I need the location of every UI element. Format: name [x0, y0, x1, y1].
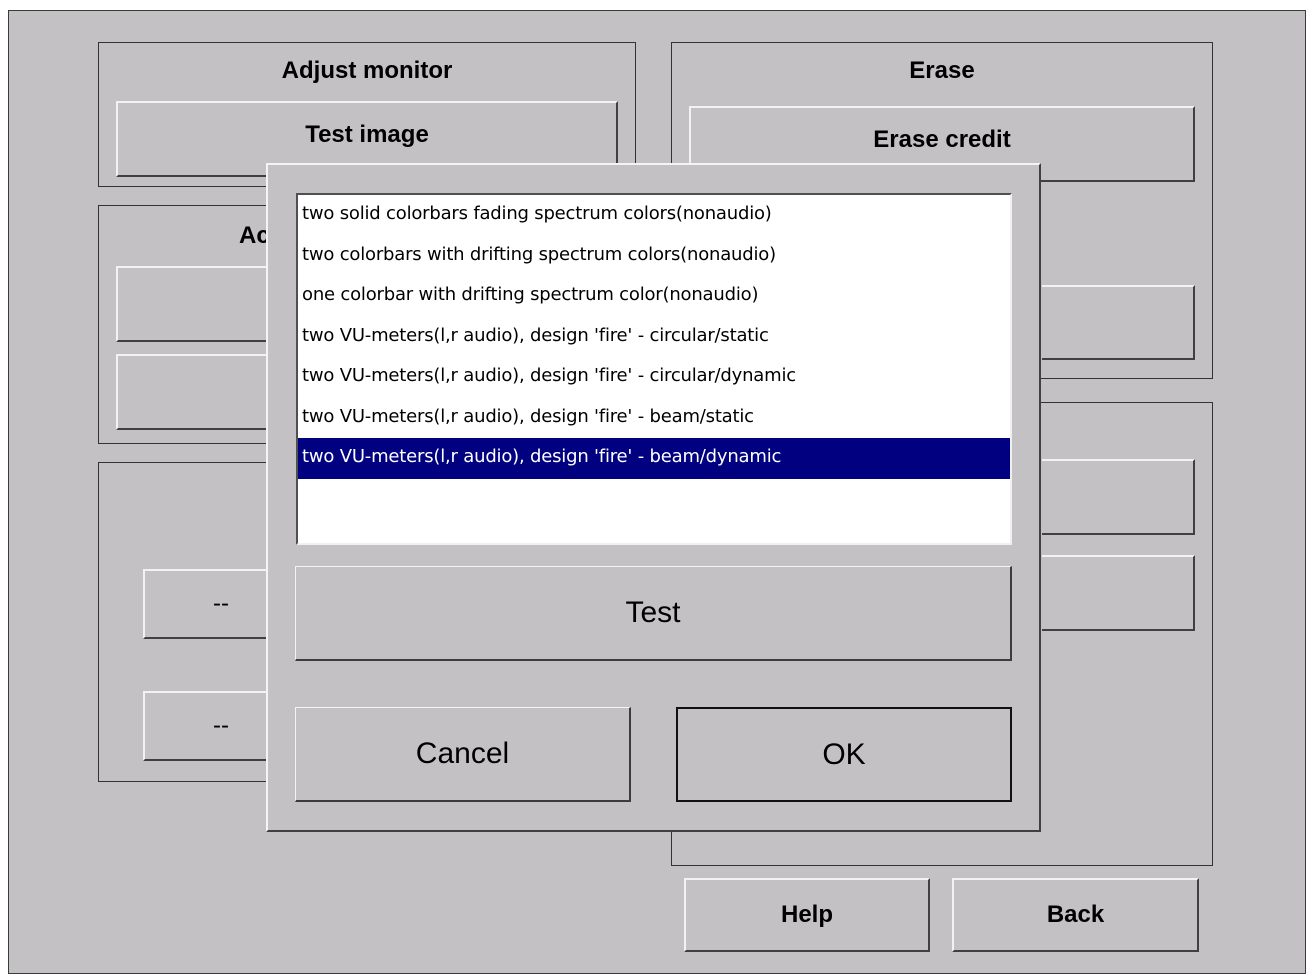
back-button[interactable]: Back [952, 878, 1199, 952]
list-item[interactable]: two VU-meters(l,r audio), design 'fire' … [298, 398, 1010, 439]
list-item[interactable]: two VU-meters(l,r audio), design 'fire' … [298, 317, 1010, 358]
right-option-button-1[interactable] [1042, 459, 1195, 535]
help-button[interactable]: Help [684, 878, 930, 952]
erase-title: Erase [909, 57, 975, 84]
test-pattern-dialog: two solid colorbars fading spectrum colo… [266, 163, 1041, 832]
lower-left-panel: -- -- [98, 462, 283, 782]
list-item-selected[interactable]: two VU-meters(l,r audio), design 'fire' … [298, 438, 1010, 479]
list-item[interactable]: one colorbar with drifting spectrum colo… [298, 276, 1010, 317]
audio-option-button-1[interactable] [116, 266, 286, 342]
dash-button-2[interactable]: -- [143, 691, 283, 761]
list-item[interactable]: two colorbars with drifting spectrum col… [298, 236, 1010, 277]
adjust-monitor-title: Adjust monitor [281, 57, 453, 84]
test-button[interactable]: Test [295, 566, 1012, 661]
dash-button-1[interactable]: -- [143, 569, 283, 639]
list-item[interactable]: two VU-meters(l,r audio), design 'fire' … [298, 357, 1010, 398]
audio-option-button-2[interactable] [116, 354, 286, 430]
erase-option-button[interactable] [1042, 285, 1195, 360]
list-item[interactable]: two solid colorbars fading spectrum colo… [298, 195, 1010, 236]
right-option-button-2[interactable] [1042, 555, 1195, 631]
cancel-button[interactable]: Cancel [295, 707, 631, 802]
audio-settings-panel: Ac [98, 205, 286, 444]
ok-button[interactable]: OK [676, 707, 1012, 802]
pattern-listbox[interactable]: two solid colorbars fading spectrum colo… [296, 193, 1012, 545]
